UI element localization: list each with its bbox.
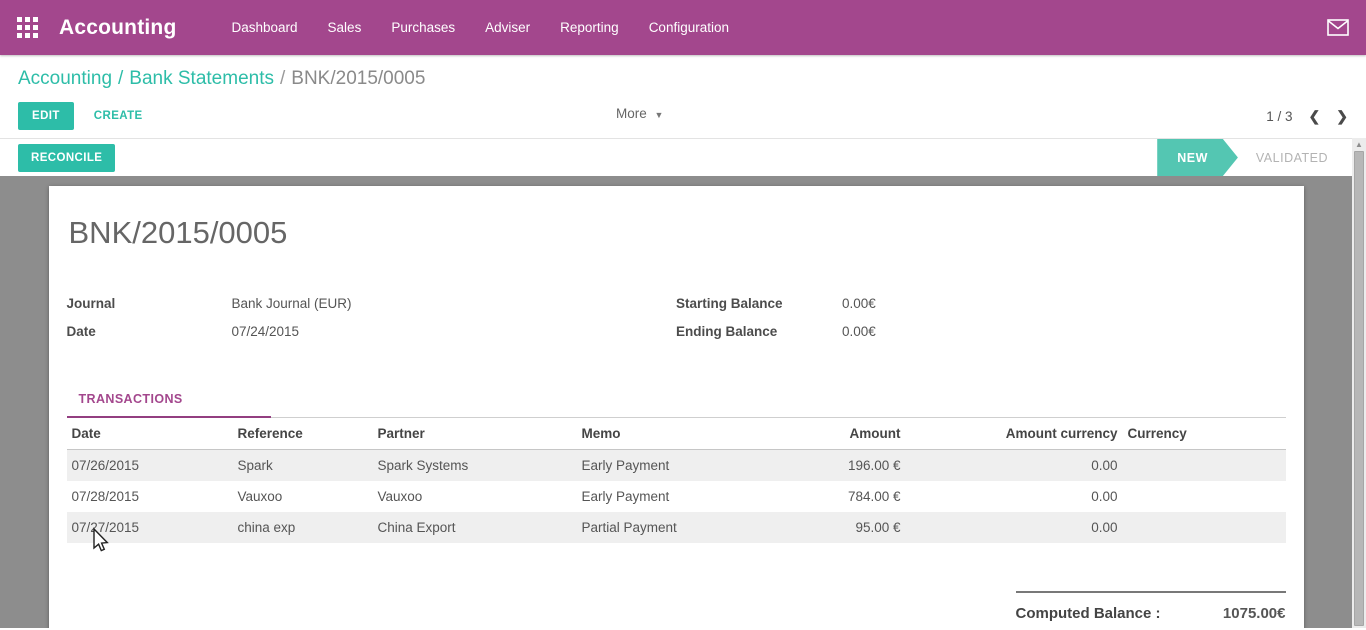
date-value[interactable]: 07/24/2015 bbox=[232, 324, 300, 339]
pager-previous-icon[interactable]: ❮ bbox=[1309, 108, 1321, 125]
menu-item-configuration[interactable]: Configuration bbox=[649, 20, 729, 35]
field-groups: Journal Bank Journal (EUR) Date 07/24/20… bbox=[67, 296, 1286, 352]
menu-item-sales[interactable]: Sales bbox=[328, 20, 362, 35]
computed-balance: Computed Balance : 1075.00€ bbox=[1016, 591, 1286, 622]
apps-grid-icon[interactable] bbox=[17, 17, 39, 39]
transactions-table: Date Reference Partner Memo Amount Amoun… bbox=[67, 418, 1286, 543]
notebook-tabs: TRANSACTIONS bbox=[67, 392, 1286, 418]
create-button[interactable]: CREATE bbox=[78, 102, 159, 130]
col-header-amount-currency[interactable]: Amount currency bbox=[906, 418, 1123, 450]
table-header-row: Date Reference Partner Memo Amount Amoun… bbox=[67, 418, 1286, 450]
col-header-partner[interactable]: Partner bbox=[373, 418, 577, 450]
col-header-memo[interactable]: Memo bbox=[577, 418, 763, 450]
field-group-left: Journal Bank Journal (EUR) Date 07/24/20… bbox=[67, 296, 677, 352]
starting-balance-value[interactable]: 0.00€ bbox=[842, 296, 876, 311]
table-row[interactable]: 07/26/2015 Spark Spark Systems Early Pay… bbox=[67, 450, 1286, 482]
col-header-reference[interactable]: Reference bbox=[233, 418, 373, 450]
tab-transactions[interactable]: TRANSACTIONS bbox=[67, 392, 271, 418]
starting-balance-label: Starting Balance bbox=[676, 296, 842, 311]
breadcrumb-separator: / bbox=[112, 68, 129, 89]
form-view-background: BNK/2015/0005 Journal Bank Journal (EUR)… bbox=[0, 176, 1352, 628]
table-row[interactable]: 07/27/2015 china exp China Export Partia… bbox=[67, 512, 1286, 543]
col-header-date[interactable]: Date bbox=[67, 418, 233, 450]
status-state-new[interactable]: NEW bbox=[1157, 139, 1238, 176]
status-bar: RECONCILE NEW VALIDATED bbox=[0, 138, 1352, 176]
top-navbar: Accounting Dashboard Sales Purchases Adv… bbox=[0, 0, 1366, 55]
app-title: Accounting bbox=[59, 16, 177, 40]
breadcrumb-accounting[interactable]: Accounting bbox=[18, 68, 112, 89]
menu-item-purchases[interactable]: Purchases bbox=[391, 20, 455, 35]
statusbar-states: NEW VALIDATED bbox=[1157, 139, 1352, 176]
scroll-up-icon[interactable]: ▲ bbox=[1352, 138, 1366, 151]
record-title: BNK/2015/0005 bbox=[69, 215, 1286, 251]
computed-balance-label: Computed Balance : bbox=[1016, 605, 1161, 622]
pager-value: 1 / 3 bbox=[1266, 109, 1292, 124]
breadcrumb: Accounting/Bank Statements/BNK/2015/0005 bbox=[0, 55, 1366, 94]
scrollbar-thumb[interactable] bbox=[1354, 151, 1364, 626]
menu-item-dashboard[interactable]: Dashboard bbox=[232, 20, 298, 35]
pager: 1 / 3 ❮ ❯ bbox=[1266, 108, 1348, 125]
breadcrumb-separator: / bbox=[274, 68, 291, 89]
menu-item-reporting[interactable]: Reporting bbox=[560, 20, 619, 35]
breadcrumb-current-record: BNK/2015/0005 bbox=[291, 68, 425, 89]
status-state-validated[interactable]: VALIDATED bbox=[1238, 139, 1352, 176]
more-label: More bbox=[616, 106, 647, 121]
breadcrumb-bank-statements[interactable]: Bank Statements bbox=[129, 68, 274, 89]
more-dropdown[interactable]: More ▼ bbox=[616, 106, 663, 121]
ending-balance-label: Ending Balance bbox=[676, 324, 842, 339]
table-row[interactable]: 07/28/2015 Vauxoo Vauxoo Early Payment 7… bbox=[67, 481, 1286, 512]
field-group-right: Starting Balance 0.00€ Ending Balance 0.… bbox=[676, 296, 1286, 352]
edit-button[interactable]: EDIT bbox=[18, 102, 74, 130]
control-panel: EDIT CREATE More ▼ 1 / 3 ❮ ❯ bbox=[0, 94, 1366, 138]
col-header-amount[interactable]: Amount bbox=[763, 418, 906, 450]
journal-label: Journal bbox=[67, 296, 232, 311]
pager-next-icon[interactable]: ❯ bbox=[1336, 108, 1348, 125]
date-label: Date bbox=[67, 324, 232, 339]
col-header-currency[interactable]: Currency bbox=[1123, 418, 1286, 450]
menu-item-adviser[interactable]: Adviser bbox=[485, 20, 530, 35]
ending-balance-value[interactable]: 0.00€ bbox=[842, 324, 876, 339]
envelope-icon[interactable] bbox=[1327, 19, 1349, 36]
form-sheet: BNK/2015/0005 Journal Bank Journal (EUR)… bbox=[49, 186, 1304, 628]
chevron-down-icon: ▼ bbox=[655, 110, 664, 120]
reconcile-button[interactable]: RECONCILE bbox=[18, 144, 115, 172]
vertical-scrollbar[interactable]: ▲ bbox=[1352, 138, 1366, 628]
main-menu: Dashboard Sales Purchases Adviser Report… bbox=[232, 20, 730, 35]
journal-value[interactable]: Bank Journal (EUR) bbox=[232, 296, 352, 311]
computed-balance-value: 1075.00€ bbox=[1223, 605, 1286, 622]
